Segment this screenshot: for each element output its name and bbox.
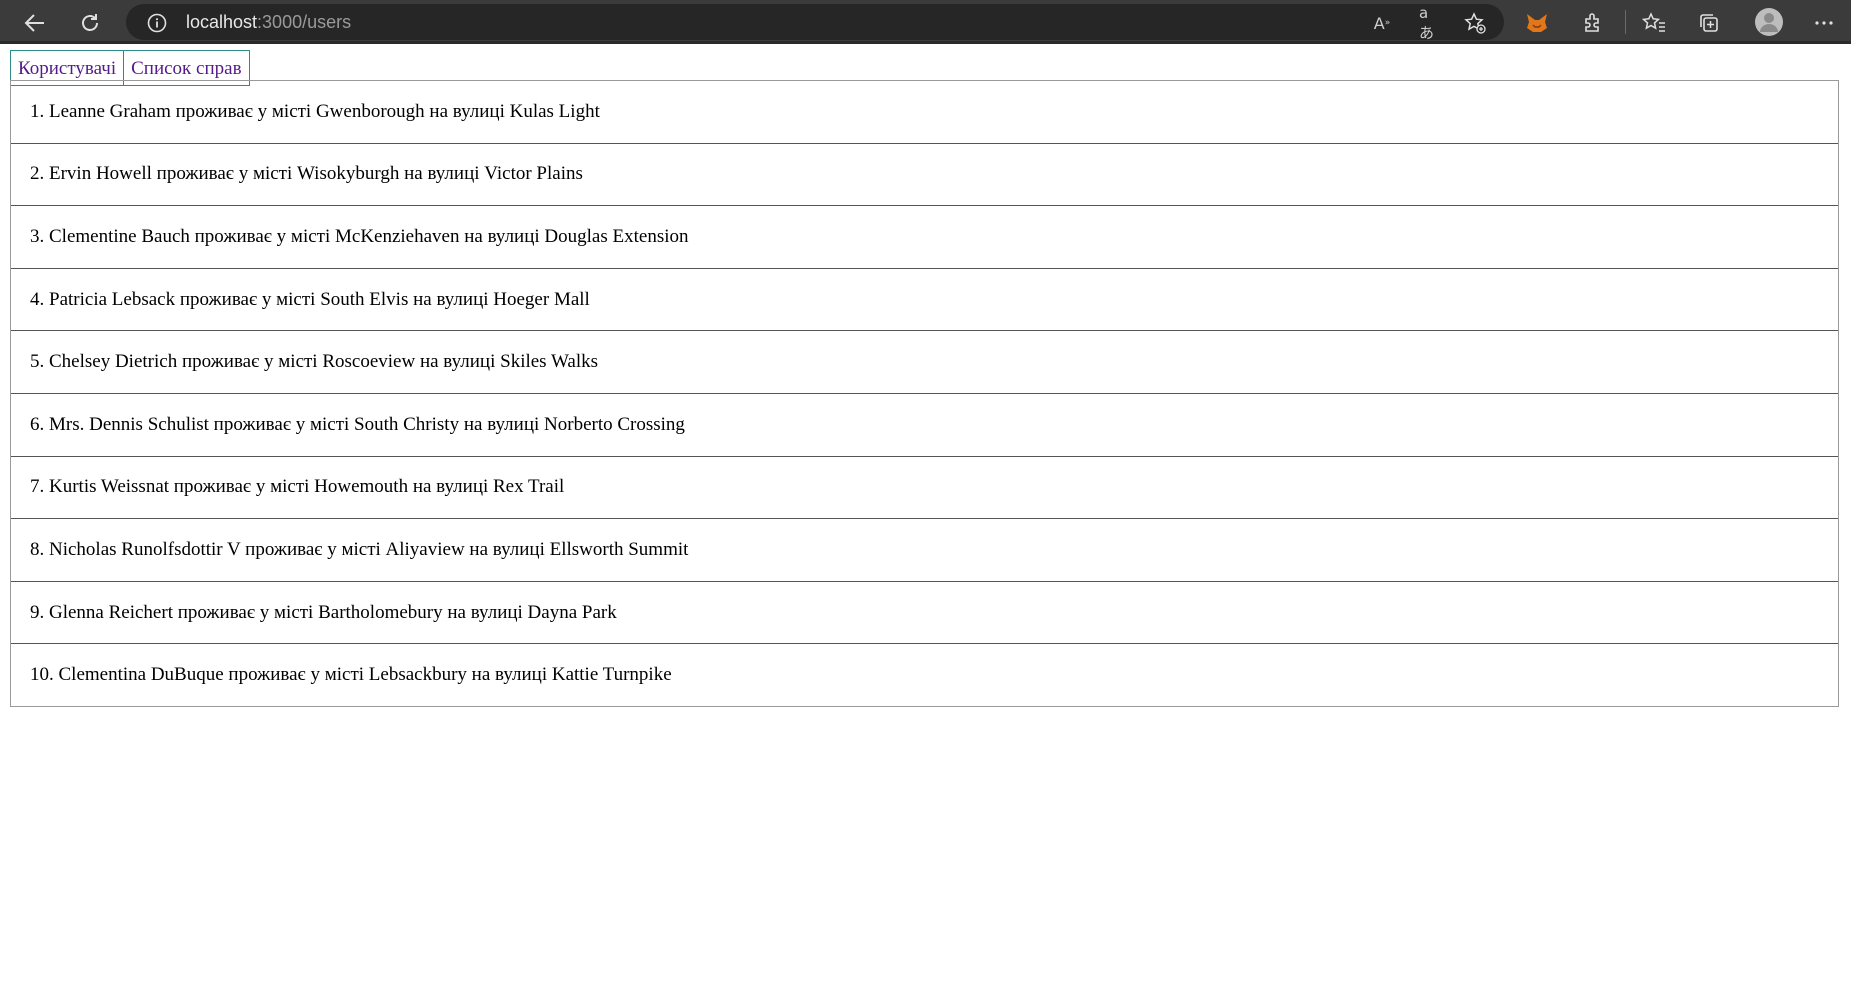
list-item: 3. Clementine Bauch проживає у місті McK… (11, 206, 1838, 269)
address-bar[interactable]: localhost:3000/users A» aあ (126, 4, 1504, 42)
back-arrow-icon[interactable] (21, 9, 49, 37)
more-menu-icon[interactable] (1811, 10, 1837, 36)
reload-icon[interactable] (76, 9, 104, 37)
list-item: 7. Kurtis Weissnat проживає у місті Howe… (11, 457, 1838, 520)
toolbar-divider (1625, 10, 1626, 34)
extensions-icon[interactable] (1580, 10, 1606, 36)
read-aloud-icon[interactable]: A» (1371, 12, 1393, 34)
metamask-fox-icon[interactable] (1524, 10, 1550, 36)
add-favorite-icon[interactable] (1464, 12, 1486, 34)
list-item: 6. Mrs. Dennis Schulist проживає у місті… (11, 394, 1838, 457)
user-list: 1. Leanne Graham проживає у місті Gwenbo… (10, 80, 1839, 707)
list-item: 10. Clementina DuBuque проживає у місті … (11, 644, 1838, 707)
list-item: 2. Ervin Howell проживає у місті Wisokyb… (11, 144, 1838, 207)
list-item: 4. Patricia Lebsack проживає у місті Sou… (11, 269, 1838, 332)
url-host: localhost (186, 12, 258, 32)
list-item: 1. Leanne Graham проживає у місті Gwenbo… (11, 81, 1838, 144)
collections-icon[interactable] (1696, 10, 1722, 36)
page-content: Користувачі Список справ 1. Leanne Graha… (0, 47, 1851, 982)
list-item: 8. Nicholas Runolfsdottir V проживає у м… (11, 519, 1838, 582)
translate-icon[interactable]: aあ (1419, 4, 1441, 42)
favorites-icon[interactable] (1641, 10, 1667, 36)
site-info-icon[interactable] (146, 12, 168, 34)
list-item: 9. Glenna Reichert проживає у місті Bart… (11, 582, 1838, 645)
list-item: 5. Chelsey Dietrich проживає у місті Ros… (11, 331, 1838, 394)
url-path: :3000/users (257, 12, 352, 32)
browser-toolbar: localhost:3000/users A» aあ (0, 0, 1851, 44)
url-text[interactable]: localhost:3000/users (186, 12, 351, 33)
profile-avatar-icon[interactable] (1754, 7, 1784, 37)
